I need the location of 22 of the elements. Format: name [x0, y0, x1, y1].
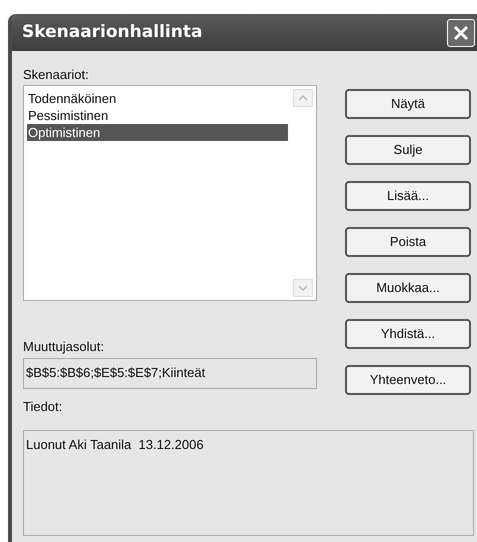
info-field: Luonut Aki Taanila 13.12.2006 — [23, 430, 474, 536]
list-item[interactable]: Pessimistinen — [27, 107, 288, 124]
scrollbar[interactable] — [290, 86, 316, 300]
dialog-button[interactable]: Poista — [345, 227, 471, 257]
list-item[interactable]: Todennäköinen — [27, 90, 288, 107]
close-button[interactable] — [447, 18, 475, 46]
scroll-up-icon[interactable] — [293, 89, 313, 107]
scenario-list[interactable]: Todennäköinen Pessimistinen Optimistinen — [23, 85, 317, 301]
dialog-button[interactable]: Muokkaa... — [345, 273, 471, 303]
dialog-button[interactable]: Yhdistä... — [345, 319, 471, 349]
list-item[interactable]: Optimistinen — [27, 124, 288, 141]
dialog-button[interactable]: Yhteenveto... — [345, 365, 471, 395]
field-label: Tiedot: — [23, 398, 64, 415]
scroll-down-icon[interactable] — [293, 279, 313, 297]
dialog-button[interactable]: Näytä — [345, 89, 471, 119]
close-icon — [453, 24, 469, 40]
field-label: Muuttujasolut: — [23, 338, 105, 355]
list-label: Skenaariot: — [23, 66, 90, 83]
window-title: Skenaarionhallinta — [22, 20, 202, 44]
dialog-button[interactable]: Sulje — [345, 135, 471, 165]
changing-cells-field: $B$5:$B$6;$E$5:$E$7;Kiinteät — [23, 358, 317, 389]
dialog-button[interactable]: Lisää... — [345, 181, 471, 211]
